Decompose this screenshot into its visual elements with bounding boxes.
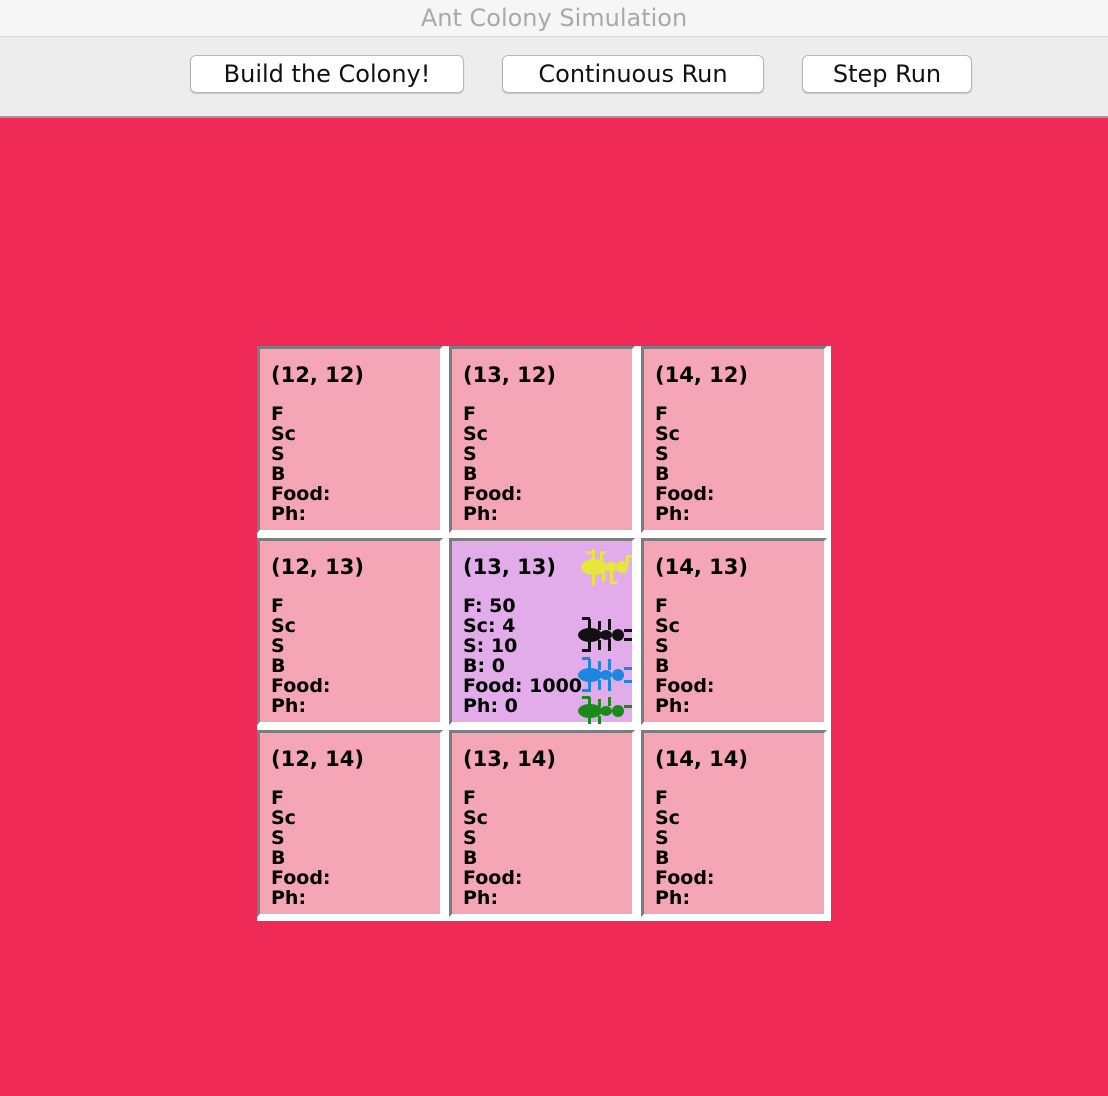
scout-count: Sc: 4: [463, 615, 516, 637]
food-amount: Food:: [655, 675, 715, 697]
bala-count: B: [271, 463, 286, 485]
soldier-count: S: [463, 827, 477, 849]
cell-stats: F Sc S B Food: Ph:: [655, 788, 715, 908]
scout-count: Sc: [271, 807, 296, 829]
pheromone-level: Ph:: [271, 887, 307, 909]
pheromone-level: Ph: 0: [463, 695, 518, 717]
cell-coordinate: (14, 13): [655, 555, 748, 579]
grid-cell-14-13[interactable]: (14, 13) F Sc S B Food: Ph:: [641, 538, 827, 725]
cell-coordinate: (13, 13): [463, 555, 556, 579]
forager-count: F: [271, 787, 284, 809]
scout-count: Sc: [271, 423, 296, 445]
soldier-count: S: [463, 443, 477, 465]
colony-grid: (12, 12) F Sc S B Food: Ph: (13, 12) F S…: [257, 346, 831, 921]
cell-coordinate: (14, 12): [655, 363, 748, 387]
grid-cell-13-12[interactable]: (13, 12) F Sc S B Food: Ph:: [449, 346, 635, 533]
grid-cell-13-14[interactable]: (13, 14) F Sc S B Food: Ph:: [449, 730, 635, 917]
soldier-count: S: 10: [463, 635, 518, 657]
pheromone-level: Ph:: [655, 695, 691, 717]
scout-count: Sc: [655, 807, 680, 829]
cell-stats: F: 50 Sc: 4 S: 10 B: 0 Food: 1000 Ph: 0: [463, 596, 582, 716]
title-bar: Ant Colony Simulation: [0, 0, 1108, 37]
food-amount: Food:: [271, 867, 331, 889]
grid-cell-12-14[interactable]: (12, 14) F Sc S B Food: Ph:: [257, 730, 443, 917]
grid-cell-12-12[interactable]: (12, 12) F Sc S B Food: Ph:: [257, 346, 443, 533]
scout-count: Sc: [655, 615, 680, 637]
pheromone-level: Ph:: [463, 503, 499, 525]
food-amount: Food:: [463, 867, 523, 889]
cell-coordinate: (12, 12): [271, 363, 364, 387]
food-amount: Food:: [271, 675, 331, 697]
bala-count: B: [655, 463, 670, 485]
bala-count: B: [271, 847, 286, 869]
scout-count: Sc: [463, 423, 488, 445]
bala-ant-icon: [578, 617, 632, 652]
pheromone-level: Ph:: [271, 503, 307, 525]
grid-cell-12-13[interactable]: (12, 13) F Sc S B Food: Ph:: [257, 538, 443, 725]
food-amount: Food:: [655, 483, 715, 505]
step-run-button[interactable]: Step Run: [802, 55, 972, 93]
grid-cell-14-12[interactable]: (14, 12) F Sc S B Food: Ph:: [641, 346, 827, 533]
window-title: Ant Colony Simulation: [420, 4, 688, 32]
cell-stats: F Sc S B Food: Ph:: [271, 788, 331, 908]
cell-stats: F Sc S B Food: Ph:: [655, 596, 715, 716]
soldier-count: S: [271, 827, 285, 849]
soldier-count: S: [655, 827, 669, 849]
bala-count: B: [655, 847, 670, 869]
bala-count: B: [271, 655, 286, 677]
cell-coordinate: (14, 14): [655, 747, 748, 771]
pheromone-level: Ph:: [463, 887, 499, 909]
pheromone-level: Ph:: [271, 695, 307, 717]
queen-ant-icon: [581, 549, 632, 585]
cell-stats: F Sc S B Food: Ph:: [271, 596, 331, 716]
bala-count: B: [655, 655, 670, 677]
cell-coordinate: (12, 13): [271, 555, 364, 579]
forager-ant-icon: [578, 696, 632, 724]
bala-count: B: [463, 847, 478, 869]
grid-cell-14-14[interactable]: (14, 14) F Sc S B Food: Ph:: [641, 730, 827, 917]
food-amount: Food:: [463, 483, 523, 505]
cell-stats: F Sc S B Food: Ph:: [463, 788, 523, 908]
cell-stats: F Sc S B Food: Ph:: [655, 404, 715, 524]
forager-count: F: [271, 595, 284, 617]
cell-stats: F Sc S B Food: Ph:: [463, 404, 523, 524]
bala-count: B: 0: [463, 655, 505, 677]
scout-count: Sc: [463, 807, 488, 829]
food-amount: Food: 1000: [463, 675, 583, 697]
scout-count: Sc: [271, 615, 296, 637]
forager-count: F: [655, 403, 668, 425]
continuous-run-button[interactable]: Continuous Run: [502, 55, 764, 93]
scout-ant-icon: [578, 657, 632, 692]
soldier-count: S: [271, 443, 285, 465]
cell-coordinate: (12, 14): [271, 747, 364, 771]
forager-count: F: [655, 787, 668, 809]
bala-count: B: [463, 463, 478, 485]
food-amount: Food:: [655, 867, 715, 889]
forager-count: F: [463, 403, 476, 425]
forager-count: F: [271, 403, 284, 425]
soldier-count: S: [655, 635, 669, 657]
forager-count: F: [463, 787, 476, 809]
forager-count: F: 50: [463, 595, 516, 617]
toolbar: Build the Colony! Continuous Run Step Ru…: [0, 37, 1108, 118]
cell-stats: F Sc S B Food: Ph:: [271, 404, 331, 524]
grid-cell-13-13-colony[interactable]: (13, 13) F: 50 Sc: 4 S: 10 B: 0 Food: 10…: [449, 538, 635, 725]
build-colony-button[interactable]: Build the Colony!: [190, 55, 464, 93]
cell-coordinate: (13, 14): [463, 747, 556, 771]
food-amount: Food:: [271, 483, 331, 505]
soldier-count: S: [655, 443, 669, 465]
pheromone-level: Ph:: [655, 887, 691, 909]
cell-coordinate: (13, 12): [463, 363, 556, 387]
forager-count: F: [655, 595, 668, 617]
scout-count: Sc: [655, 423, 680, 445]
soldier-count: S: [271, 635, 285, 657]
pheromone-level: Ph:: [655, 503, 691, 525]
